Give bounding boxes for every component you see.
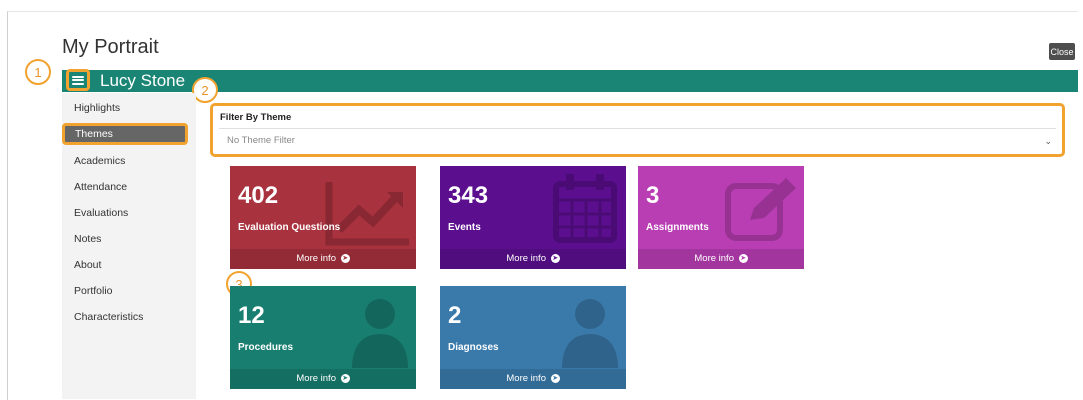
sidebar-item-notes[interactable]: Notes <box>74 233 101 245</box>
tile-value: 12 <box>238 302 265 329</box>
tile-assignments: 3 Assignments More info ➤ <box>638 166 804 269</box>
theme-filter: Filter By Theme No Theme Filter ⌄ <box>210 103 1065 157</box>
tile-events: 343 Events More info ➤ <box>440 166 626 269</box>
tile-value: 343 <box>448 182 489 209</box>
sidebar-item-about[interactable]: About <box>74 259 101 271</box>
page-title: My Portrait <box>62 36 159 58</box>
tile-diagnoses: 2 Diagnoses More info ➤ <box>440 286 626 389</box>
tile-procedures: 12 Procedures More info ➤ <box>230 286 416 389</box>
tile-value: 3 <box>646 182 660 209</box>
sidebar-item-themes[interactable]: Themes <box>62 123 188 145</box>
tile-value: 402 <box>238 182 279 209</box>
more-info-link[interactable]: More info ➤ <box>440 249 626 269</box>
more-info-label: More info <box>506 373 546 384</box>
filter-label: Filter By Theme <box>220 112 292 123</box>
sidebar: Highlights Themes Academics Attendance E… <box>62 93 196 399</box>
filter-selected-value: No Theme Filter <box>227 135 295 146</box>
tile-value: 2 <box>448 302 462 329</box>
doctor-icon <box>562 299 618 368</box>
sidebar-item-attendance[interactable]: Attendance <box>74 181 127 193</box>
sidebar-item-characteristics[interactable]: Characteristics <box>74 311 143 323</box>
more-info-link[interactable]: More info ➤ <box>440 369 626 389</box>
tile-label: Assignments <box>646 222 709 233</box>
calendar-icon <box>553 174 617 243</box>
arrow-circle-right-icon: ➤ <box>738 253 748 263</box>
tile-label: Evaluation Questions <box>238 222 341 233</box>
arrow-circle-right-icon: ➤ <box>340 373 350 383</box>
chevron-down-icon: ⌄ <box>1044 136 1052 146</box>
user-name: Lucy Stone <box>100 71 186 90</box>
tile-label: Procedures <box>238 342 294 353</box>
tile-label: Diagnoses <box>448 342 499 353</box>
menu-toggle-button[interactable] <box>66 69 90 91</box>
tile-label: Events <box>448 222 481 233</box>
close-button[interactable]: Close <box>1049 43 1075 60</box>
more-info-link[interactable]: More info ➤ <box>230 369 416 389</box>
tile-evaluation-questions: 402 Evaluation Questions More info ➤ <box>230 166 416 269</box>
more-info-link[interactable]: More info ➤ <box>638 249 804 269</box>
chart-line-icon <box>325 182 409 246</box>
arrow-circle-right-icon: ➤ <box>340 253 350 263</box>
more-info-label: More info <box>506 253 546 264</box>
arrow-circle-right-icon: ➤ <box>550 253 560 263</box>
more-info-link[interactable]: More info ➤ <box>230 249 416 269</box>
sidebar-item-portfolio[interactable]: Portfolio <box>74 285 113 297</box>
doctor-icon <box>352 299 408 368</box>
sidebar-item-academics[interactable]: Academics <box>74 155 125 167</box>
theme-filter-select[interactable]: No Theme Filter ⌄ <box>219 128 1056 150</box>
more-info-label: More info <box>296 373 336 384</box>
callout-1: 1 <box>25 59 51 85</box>
sidebar-item-evaluations[interactable]: Evaluations <box>74 207 128 219</box>
hamburger-icon <box>72 75 84 85</box>
sidebar-item-highlights[interactable]: Highlights <box>74 102 120 114</box>
edit-icon <box>725 178 796 241</box>
more-info-label: More info <box>296 253 336 264</box>
more-info-label: More info <box>694 253 734 264</box>
arrow-circle-right-icon: ➤ <box>550 373 560 383</box>
